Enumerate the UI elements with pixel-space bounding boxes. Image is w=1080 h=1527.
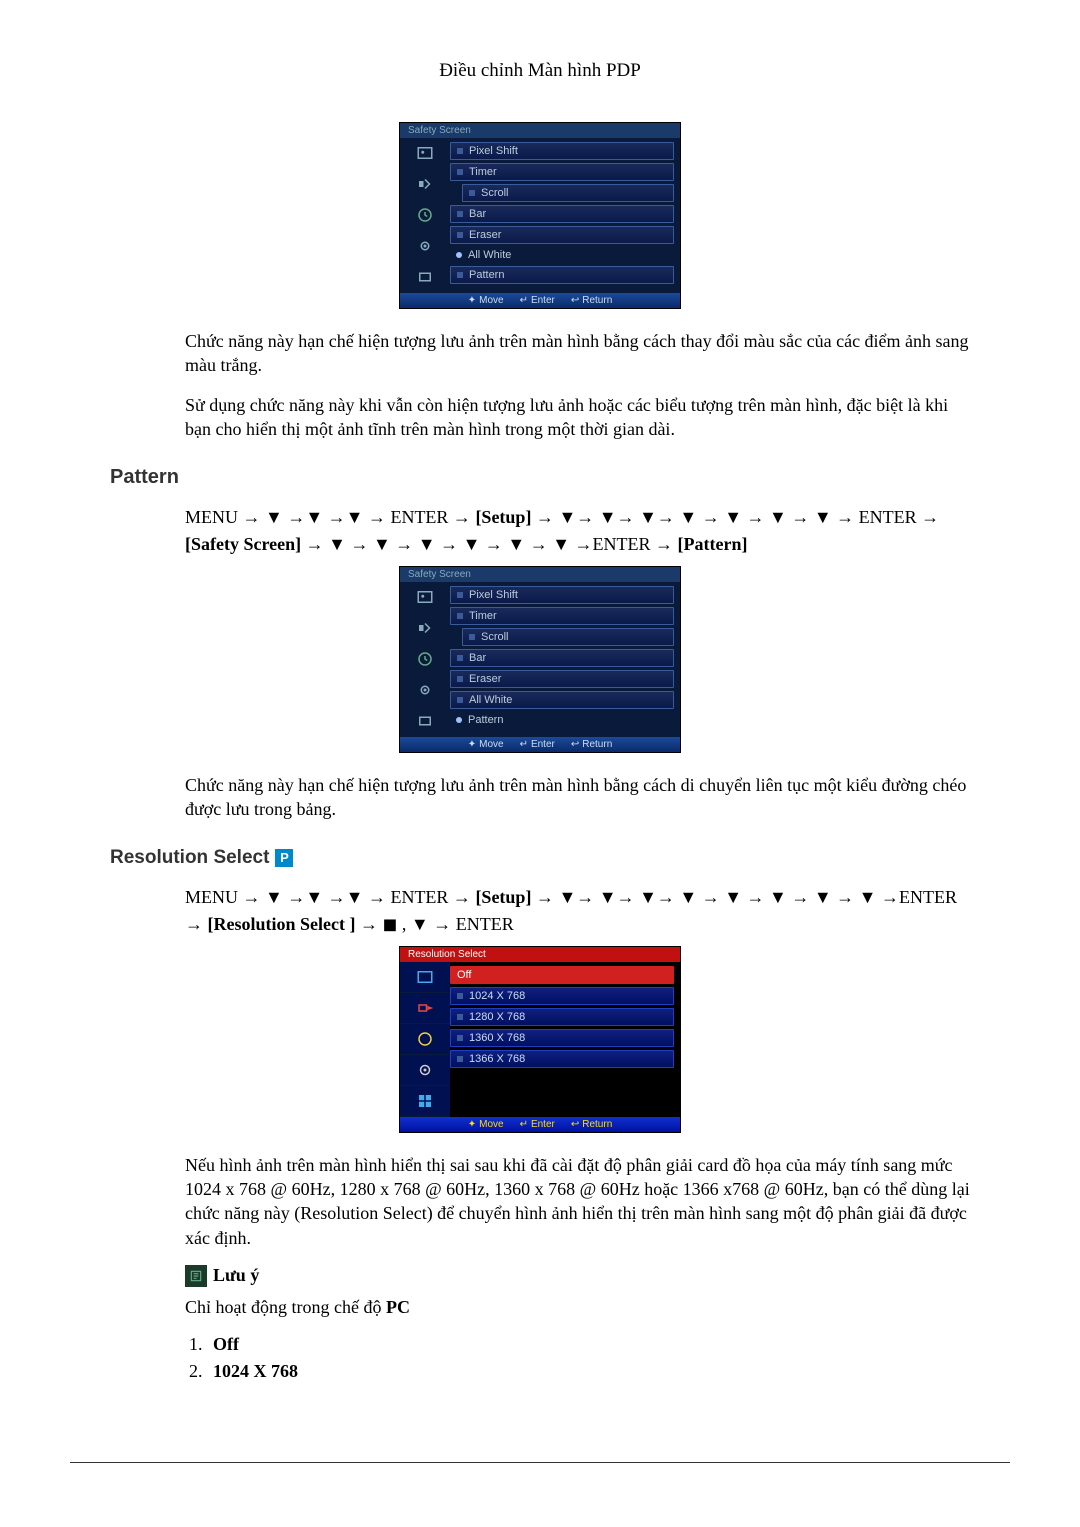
osd-item-label: Scroll xyxy=(481,187,509,199)
paragraph: Chức năng này hạn chế hiện tượng lưu ảnh… xyxy=(185,773,970,822)
sound-icon xyxy=(400,169,450,200)
osd-item[interactable]: 1280 X 768 xyxy=(450,1008,674,1026)
osd-icon-column xyxy=(400,582,450,737)
enter-hint: ↵ Enter xyxy=(520,1119,555,1130)
note-icon xyxy=(185,1265,207,1287)
osd-item-label: Pattern xyxy=(469,269,504,281)
osd-item[interactable]: 1360 X 768 xyxy=(450,1029,674,1047)
move-hint: ✦ Move xyxy=(468,739,504,750)
move-hint: ✦ Move xyxy=(468,295,504,306)
osd-item-label: 1024 X 768 xyxy=(469,990,525,1002)
return-hint: ↩ Return xyxy=(571,1119,612,1130)
osd-item-label: 1280 X 768 xyxy=(469,1011,525,1023)
osd-item-label: All White xyxy=(468,249,511,261)
enter-hint: ↵ Enter xyxy=(520,739,555,750)
osd-icon-column xyxy=(400,962,450,1117)
osd-item[interactable]: Pixel Shift xyxy=(450,142,674,160)
osd-item-label: 1360 X 768 xyxy=(469,1032,525,1044)
heading-pattern: Pattern xyxy=(110,466,970,489)
osd-safety-screen-allwhite: Safety Screen Pixel Shift Timer Scroll B… xyxy=(399,122,681,309)
osd-item-label: 1366 X 768 xyxy=(469,1053,525,1065)
paragraph: Chỉ hoạt động trong chế độ PC xyxy=(185,1295,970,1319)
footer-rule xyxy=(70,1462,1010,1463)
osd-item-label: Pixel Shift xyxy=(469,145,518,157)
osd-title: Safety Screen xyxy=(400,123,680,138)
osd-safety-screen-pattern: Safety Screen Pixel Shift Timer Scroll B… xyxy=(399,566,681,753)
enter-hint: ↵ Enter xyxy=(520,295,555,306)
osd-item-label: All White xyxy=(469,694,512,706)
osd-item[interactable]: All White xyxy=(450,691,674,709)
osd-item[interactable]: Timer xyxy=(450,607,674,625)
multi-icon xyxy=(400,1086,450,1117)
move-hint: ✦ Move xyxy=(468,1119,504,1130)
return-hint: ↩ Return xyxy=(571,295,612,306)
heading-resolution-select: Resolution Select P xyxy=(110,847,970,869)
input-icon xyxy=(400,262,450,293)
page-header: Điều chỉnh Màn hình PDP xyxy=(110,60,970,82)
gear-icon xyxy=(400,1055,450,1086)
menu-path: MENU → ▼ →▼ →▼ → ENTER → [Setup] → ▼→ ▼→… xyxy=(185,884,970,938)
picture-icon xyxy=(400,962,450,993)
list-item: 1024 X 768 xyxy=(207,1361,970,1382)
list-item: Off xyxy=(207,1334,970,1355)
osd-item[interactable]: Pattern xyxy=(450,266,674,284)
paragraph: Sử dụng chức năng này khi vẫn còn hiện t… xyxy=(185,393,970,442)
osd-item[interactable]: Timer xyxy=(450,163,674,181)
return-hint: ↩ Return xyxy=(571,739,612,750)
osd-item-label: Scroll xyxy=(481,631,509,643)
gear-icon xyxy=(400,675,450,706)
osd-item[interactable]: Scroll xyxy=(462,628,674,646)
osd-footer: ✦ Move ↵ Enter ↩ Return xyxy=(400,737,680,752)
options-list: Off 1024 X 768 xyxy=(185,1334,970,1382)
osd-item-label: Bar xyxy=(469,208,486,220)
osd-item-label: Timer xyxy=(469,610,497,622)
osd-item[interactable]: 1366 X 768 xyxy=(450,1050,674,1068)
osd-item[interactable]: Scroll xyxy=(462,184,674,202)
osd-item-label: Bar xyxy=(469,652,486,664)
osd-item-label: Pixel Shift xyxy=(469,589,518,601)
osd-item-label: Timer xyxy=(469,166,497,178)
clock-icon xyxy=(400,200,450,231)
osd-item[interactable]: 1024 X 768 xyxy=(450,987,674,1005)
osd-item-label: Off xyxy=(457,969,471,981)
clock-icon xyxy=(400,644,450,675)
osd-item-label: Eraser xyxy=(469,673,501,685)
osd-item[interactable]: Bar xyxy=(450,649,674,667)
input-icon xyxy=(400,706,450,737)
menu-path: MENU → ▼ →▼ →▼ → ENTER → [Setup] → ▼→ ▼→… xyxy=(185,504,970,558)
osd-title: Resolution Select xyxy=(400,947,680,962)
osd-item[interactable]: Pixel Shift xyxy=(450,586,674,604)
picture-icon xyxy=(400,582,450,613)
sound-icon xyxy=(400,613,450,644)
osd-item[interactable]: Eraser xyxy=(450,670,674,688)
input-icon xyxy=(400,993,450,1024)
osd-item-selected[interactable]: Off xyxy=(450,966,674,984)
picture-icon xyxy=(400,138,450,169)
note: Lưu ý xyxy=(185,1265,970,1287)
osd-resolution-select: Resolution Select Off 1024 X 768 1280 X … xyxy=(399,946,681,1133)
osd-item-label: Pattern xyxy=(468,714,503,726)
pc-mode-badge-icon: P xyxy=(275,849,293,867)
paragraph: Chức năng này hạn chế hiện tượng lưu ảnh… xyxy=(185,329,970,378)
osd-item-selected[interactable]: All White xyxy=(450,247,674,263)
osd-item-label: Eraser xyxy=(469,229,501,241)
osd-item-selected[interactable]: Pattern xyxy=(450,712,674,728)
paragraph: Nếu hình ảnh trên màn hình hiển thị sai … xyxy=(185,1153,970,1250)
osd-item[interactable]: Bar xyxy=(450,205,674,223)
clock-icon xyxy=(400,1024,450,1055)
osd-item[interactable]: Eraser xyxy=(450,226,674,244)
osd-footer: ✦ Move ↵ Enter ↩ Return xyxy=(400,1117,680,1132)
osd-icon-column xyxy=(400,138,450,293)
gear-icon xyxy=(400,231,450,262)
osd-title: Safety Screen xyxy=(400,567,680,582)
osd-footer: ✦ Move ↵ Enter ↩ Return xyxy=(400,293,680,308)
